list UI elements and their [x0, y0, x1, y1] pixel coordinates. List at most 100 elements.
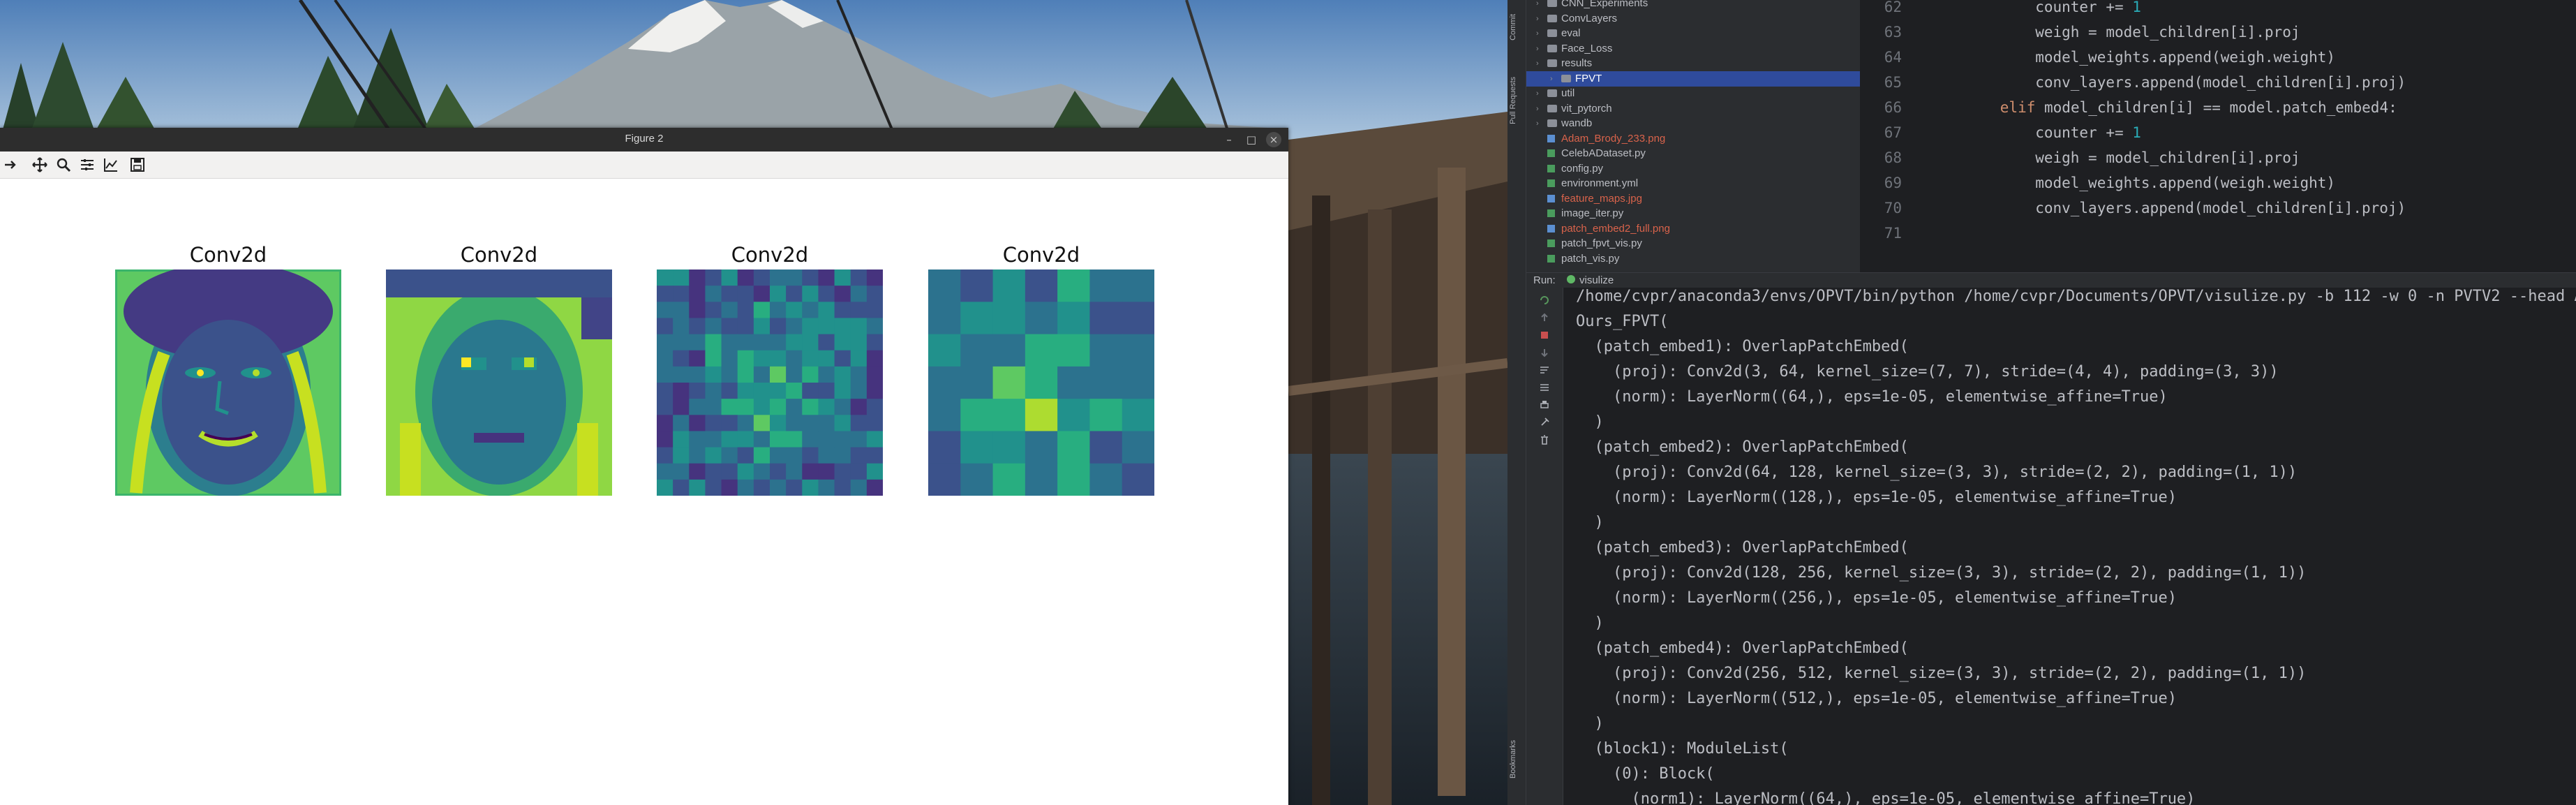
tree-item[interactable]: patch_vis.py [1526, 251, 1860, 267]
expand-arrow-icon[interactable]: › [1536, 116, 1539, 131]
save-icon[interactable] [130, 157, 145, 172]
feature-map-cell [834, 350, 851, 367]
feature-map-cell [960, 399, 994, 431]
feature-map-cell [866, 447, 883, 464]
feature-map-cell [850, 366, 868, 383]
tree-item[interactable]: patch_embed2_full.png [1526, 221, 1860, 237]
tree-item[interactable]: › Face_Loss [1526, 41, 1860, 57]
feature-map-cell [705, 318, 722, 335]
feature-map-cell [705, 366, 722, 383]
tree-item[interactable]: config.py [1526, 161, 1860, 177]
down-icon[interactable] [1539, 347, 1550, 358]
tree-item[interactable]: patch_fpvt_vis.py [1526, 236, 1860, 251]
expand-arrow-icon[interactable]: › [1536, 0, 1539, 11]
folder-icon [1547, 0, 1557, 7]
file-icon [1547, 179, 1555, 187]
figure-titlebar[interactable]: Figure 2 – □ × [0, 128, 1288, 152]
scroll-to-end-icon[interactable] [1539, 382, 1550, 393]
feature-map-cell [960, 269, 994, 302]
feature-map-cell [705, 269, 722, 286]
feature-map-cell [802, 286, 819, 302]
feature-map-cell [753, 431, 770, 448]
run-console[interactable]: /home/cvpr/anaconda3/envs/OPVT/bin/pytho… [1563, 288, 2576, 805]
bookmarks-tab[interactable]: Bookmarks [1509, 740, 1517, 778]
feature-map-cell [770, 334, 787, 351]
up-icon[interactable] [1539, 312, 1550, 323]
code-line: model_weights.append(weigh.weight) [2035, 49, 2336, 66]
expand-arrow-icon[interactable]: › [1536, 11, 1539, 27]
feature-map-cell [737, 269, 754, 286]
file-icon [1547, 224, 1555, 232]
feature-map-cell [818, 350, 835, 367]
tree-item[interactable]: › util [1526, 86, 1860, 101]
project-tree[interactable]: › CNN_Experiments › ConvLayers › eval › Face_Lo… [1526, 0, 1860, 272]
commit-tab[interactable]: Commit [1509, 14, 1517, 40]
run-tab[interactable]: visulize [1579, 274, 1614, 286]
trash-icon[interactable] [1539, 434, 1550, 445]
file-icon [1547, 164, 1555, 172]
maximize-button[interactable]: □ [1244, 132, 1259, 147]
feature-map-cell [818, 286, 835, 302]
figure-window[interactable]: Figure 2 – □ × Conv2d Conv2d Conv2d Conv… [0, 128, 1288, 805]
stop-icon[interactable] [1539, 330, 1550, 341]
feature-map-cell [689, 383, 706, 399]
rerun-icon[interactable] [1539, 295, 1550, 306]
feature-map-cell [786, 350, 803, 367]
zoom-icon[interactable] [56, 157, 71, 172]
tree-item[interactable]: image_iter.py [1526, 206, 1860, 221]
pull-requests-tab[interactable]: Pull Requests [1509, 77, 1517, 124]
tree-item[interactable]: › CNN_Experiments [1526, 0, 1860, 11]
tree-item[interactable]: environment.yml [1526, 176, 1860, 191]
panel-title-3: Conv2d [731, 243, 809, 267]
feature-map-cell [705, 383, 722, 399]
expand-arrow-icon[interactable]: › [1536, 86, 1539, 101]
expand-arrow-icon[interactable]: › [1536, 56, 1539, 71]
tree-item[interactable]: feature_maps.jpg [1526, 191, 1860, 207]
pan-icon[interactable] [32, 157, 47, 172]
tree-item[interactable]: › results [1526, 56, 1860, 71]
expand-arrow-icon[interactable]: › [1536, 41, 1539, 57]
feature-map-cell [834, 302, 851, 318]
feature-map-cell [657, 318, 673, 335]
tree-item[interactable]: › ConvLayers [1526, 11, 1860, 27]
feature-map-cell [689, 399, 706, 415]
feature-map-cell [721, 366, 738, 383]
feature-map-cell [721, 302, 738, 318]
edit-axis-icon[interactable] [103, 157, 119, 172]
pin-icon[interactable] [1539, 417, 1550, 428]
tree-item[interactable]: › eval [1526, 26, 1860, 41]
feature-map-cell [1089, 431, 1123, 464]
feature-map-cell [737, 431, 754, 448]
tree-item[interactable]: › FPVT [1526, 71, 1860, 87]
feature-map-cell [818, 334, 835, 351]
feature-map-cell [721, 350, 738, 367]
expand-arrow-icon[interactable]: › [1536, 101, 1539, 117]
configure-subplots-icon[interactable] [80, 157, 95, 172]
print-icon[interactable] [1539, 399, 1550, 411]
minimize-button[interactable]: – [1221, 132, 1237, 147]
expand-arrow-icon[interactable]: › [1536, 26, 1539, 41]
feature-map-cell [657, 431, 673, 448]
feature-map-cell [786, 447, 803, 464]
close-button[interactable]: × [1266, 132, 1281, 147]
tree-item[interactable]: Adam_Brody_233.png [1526, 131, 1860, 147]
feature-map-cell [818, 463, 835, 480]
soft-wrap-icon[interactable] [1539, 364, 1550, 376]
feature-map-cell [786, 399, 803, 415]
tree-item-label: wandb [1561, 117, 1593, 129]
code-line: weigh = model_children[i].proj [2035, 149, 2300, 166]
feature-map-cell [834, 366, 851, 383]
tree-item[interactable]: › vit_pytorch [1526, 101, 1860, 117]
tree-item[interactable]: › wandb [1526, 116, 1860, 131]
feature-map-cell [705, 302, 722, 318]
feature-map-cell [992, 269, 1026, 302]
feature-map-cell [673, 479, 690, 496]
line-number: 71 [1884, 225, 1902, 242]
home-icon[interactable] [3, 157, 18, 172]
tree-item[interactable]: CelebADataset.py [1526, 146, 1860, 161]
expand-arrow-icon[interactable]: › [1550, 71, 1553, 87]
tree-item-label: feature_maps.jpg [1561, 192, 1642, 205]
ide-window[interactable]: Commit Pull Requests Bookmarks › CNN_Expe… [1507, 0, 2576, 805]
code-editor[interactable]: 62 63 64 65 66 67 68 69 70 71 counter += 1 weigh =… [1860, 0, 2576, 251]
console-line: (patch_embed3): OverlapPatchEmbed( [1576, 539, 1909, 556]
